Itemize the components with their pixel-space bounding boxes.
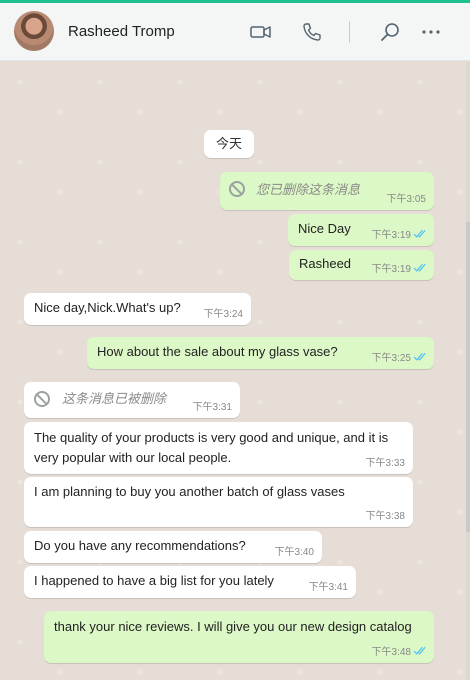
message-time: 下午3:33 — [365, 458, 405, 469]
message-text: I happened to have a big list for you la… — [34, 573, 274, 588]
message-bubble-outgoing[interactable]: thank your nice reviews. I will give you… — [44, 611, 434, 663]
message-meta: 下午3:48 — [372, 646, 428, 659]
video-call-icon[interactable] — [250, 21, 272, 43]
message-time: 下午3:31 — [192, 402, 232, 413]
message-time: 下午3:19 — [371, 264, 411, 275]
read-ticks-icon — [413, 229, 426, 238]
message-meta: 下午3:19 — [372, 263, 428, 276]
scrollbar-thumb[interactable] — [466, 222, 470, 532]
message-text: How about the sale about my glass vase? — [97, 344, 338, 359]
chat-header: Rasheed Tromp — [0, 3, 470, 61]
message-time: 下午3:41 — [308, 582, 348, 593]
message-time: 下午3:19 — [371, 230, 411, 241]
message-text: Nice day,Nick.What's up? — [34, 300, 181, 315]
read-ticks-icon — [413, 263, 426, 272]
message-text: Nice Day — [298, 221, 351, 236]
message-bubble-incoming[interactable]: I happened to have a big list for you la… — [24, 566, 356, 598]
voice-call-icon[interactable] — [301, 21, 323, 43]
message-time: 下午3:48 — [371, 647, 411, 658]
message-bubble-incoming[interactable]: 这条消息已被删除 下午3:31 — [24, 382, 240, 418]
deleted-message-icon — [34, 391, 50, 407]
message-text: The quality of your products is very goo… — [34, 430, 389, 465]
message-text: thank your nice reviews. I will give you… — [54, 619, 412, 634]
message-bubble-outgoing[interactable]: How about the sale about my glass vase? … — [87, 337, 434, 369]
deleted-message-icon — [229, 181, 245, 197]
message-time: 下午3:38 — [365, 511, 405, 522]
read-ticks-icon — [413, 646, 426, 655]
date-separator: 今天 — [204, 130, 254, 158]
search-icon[interactable] — [379, 21, 401, 43]
message-text: I am planning to buy you another batch o… — [34, 484, 345, 499]
message-bubble-outgoing[interactable]: Rasheed 下午3:19 — [289, 250, 434, 280]
message-bubble-incoming[interactable]: Do you have any recommendations? 下午3:40 — [24, 531, 322, 563]
deleted-message-text: 您已删除这条消息 — [256, 182, 361, 197]
contact-name[interactable]: Rasheed Tromp — [68, 23, 175, 40]
message-bubble-incoming[interactable]: The quality of your products is very goo… — [24, 422, 413, 474]
message-bubble-outgoing[interactable]: Nice Day 下午3:19 — [288, 214, 434, 246]
message-time: 下午3:24 — [203, 309, 243, 320]
message-bubble-outgoing[interactable]: 您已删除这条消息 下午3:05 — [220, 172, 434, 210]
contact-avatar[interactable] — [14, 11, 54, 51]
message-bubble-incoming[interactable]: Nice day,Nick.What's up? 下午3:24 — [24, 293, 251, 325]
message-bubble-incoming[interactable]: I am planning to buy you another batch o… — [24, 477, 413, 527]
message-text: Do you have any recommendations? — [34, 538, 246, 553]
message-time: 下午3:40 — [274, 547, 314, 558]
header-separator — [349, 21, 350, 43]
chat-scrollbar[interactable] — [466, 62, 470, 680]
message-text: Rasheed — [299, 256, 352, 271]
more-options-icon[interactable] — [420, 21, 442, 43]
message-time: 下午3:25 — [371, 353, 411, 364]
deleted-message-text: 这条消息已被删除 — [62, 391, 167, 406]
message-time: 下午3:05 — [386, 194, 426, 205]
message-meta: 下午3:25 — [372, 352, 428, 365]
message-meta: 下午3:19 — [372, 229, 428, 242]
read-ticks-icon — [413, 352, 426, 361]
